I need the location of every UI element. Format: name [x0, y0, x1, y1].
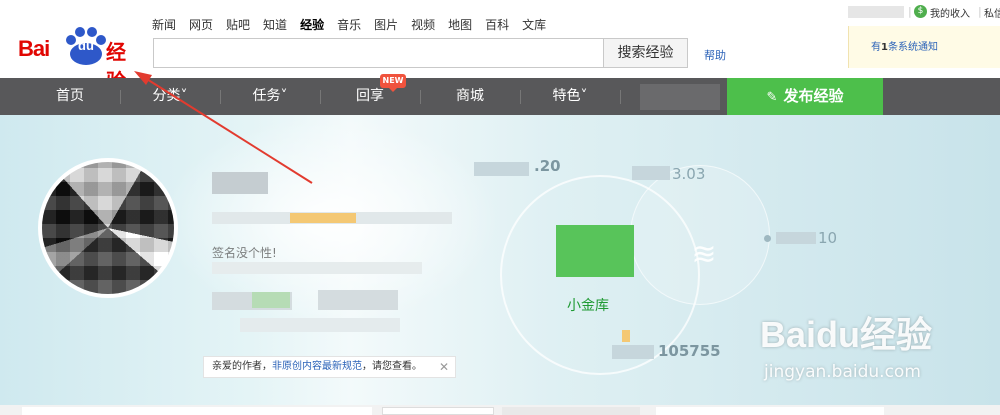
my-income-link[interactable]: 我的收入	[930, 5, 970, 20]
username-blurred[interactable]	[212, 172, 268, 194]
watermark-url: jingyan.baidu.com	[764, 362, 921, 382]
nav-mall[interactable]: 商城	[440, 78, 500, 115]
logo-bai-text: Bai	[18, 36, 50, 61]
tip-link[interactable]: 非原创内容最新规范	[272, 361, 362, 372]
link-baike[interactable]: 百科	[485, 16, 509, 33]
username-blurred[interactable]	[848, 6, 904, 18]
bottom-panel	[22, 407, 372, 415]
link-map[interactable]: 地图	[448, 16, 472, 33]
publish-label: 发布经验	[783, 87, 844, 105]
signature-text: 签名没个性!	[212, 246, 277, 260]
messages-link[interactable]: 私信	[984, 5, 1000, 20]
nav-divider	[320, 90, 321, 104]
new-badge: NEW	[380, 74, 406, 92]
jinku-icon[interactable]	[556, 225, 634, 277]
bottom-section	[0, 405, 1000, 415]
stat-value-second: 3.03	[672, 165, 706, 183]
stat-label-blurred	[612, 345, 654, 359]
notice-count: 1	[881, 42, 888, 53]
nav-item-blurred[interactable]	[640, 84, 720, 110]
watermark-logo: Baidu经验	[760, 314, 933, 355]
avatar[interactable]	[38, 158, 178, 298]
divider: |	[908, 5, 912, 18]
link-zhidao[interactable]: 知道	[263, 16, 287, 33]
stat-label-blurred	[776, 232, 816, 244]
product-links: 新闻 网页 贴吧 知道 经验 音乐 图片 视频 地图 百科 文库	[152, 16, 559, 33]
nav-home[interactable]: 首页	[40, 78, 100, 115]
bottom-panel	[656, 407, 884, 415]
nav-category[interactable]: 分类˅	[140, 78, 200, 115]
page: Bai du 经验 新闻 网页 贴吧 知道 经验 音乐 图片 视频 地图 百科 …	[0, 0, 1000, 415]
link-images[interactable]: 图片	[374, 16, 398, 33]
stat-label-blurred	[474, 162, 529, 176]
stat-value-top: .20	[534, 157, 561, 175]
stat-blurred	[240, 318, 400, 332]
search-button[interactable]: 搜索经验	[603, 38, 688, 68]
stat-blurred	[318, 290, 398, 310]
tip-prefix: 亲爱的作者，	[212, 361, 272, 372]
search-input[interactable]	[153, 38, 603, 68]
link-news[interactable]: 新闻	[152, 16, 176, 33]
baidu-jingyan-logo[interactable]: Bai du 经验	[18, 22, 143, 93]
link-tieba[interactable]: 贴吧	[226, 16, 250, 33]
nav-tasks[interactable]: 任务˅	[240, 78, 300, 115]
divider: |	[978, 5, 982, 18]
dot	[764, 235, 771, 242]
layers-icon[interactable]: ≋	[680, 235, 728, 275]
nav-divider	[620, 90, 621, 104]
close-icon[interactable]: ✕	[439, 357, 449, 377]
nav-divider	[120, 90, 121, 104]
nav-divider	[220, 90, 221, 104]
tip-suffix: ，请您查看。	[362, 361, 422, 372]
header: Bai du 经验 新闻 网页 贴吧 知道 经验 音乐 图片 视频 地图 百科 …	[0, 0, 1000, 93]
link-wenku[interactable]: 文库	[522, 16, 546, 33]
jinku-label[interactable]: 小金库	[567, 295, 609, 315]
help-link[interactable]: 帮助	[704, 47, 726, 63]
author-tip: 亲爱的作者，非原创内容最新规范，请您查看。 ✕	[203, 356, 456, 378]
publish-button[interactable]: ✎ 发布经验	[727, 78, 883, 115]
system-notice[interactable]: 有1条系统通知	[848, 26, 1000, 68]
signature-blurred	[212, 262, 422, 274]
link-music[interactable]: 音乐	[337, 16, 361, 33]
stat-blurred-green	[252, 292, 290, 308]
stat-value-third: 10	[818, 229, 838, 247]
nav-divider	[520, 90, 521, 104]
nav-features[interactable]: 特色˅	[540, 78, 600, 115]
logo-du-text: du	[78, 38, 94, 53]
notice-suffix: 条系统通知	[887, 42, 938, 53]
bottom-tab[interactable]	[382, 407, 494, 415]
stat-value-bottom: 105755	[658, 342, 721, 360]
level-bar-fill	[290, 213, 356, 223]
link-video[interactable]: 视频	[411, 16, 435, 33]
nav-divider	[420, 90, 421, 104]
link-web[interactable]: 网页	[189, 16, 213, 33]
user-panel: | $ 我的收入 | 私信 有1条系统通知	[848, 0, 1000, 78]
watermark: Baidu经验 jingyan.baidu.com	[760, 306, 990, 396]
bottom-tab[interactable]	[502, 407, 640, 415]
level-chip	[622, 330, 630, 342]
pen-icon: ✎	[766, 90, 778, 105]
stat-label-blurred	[632, 166, 670, 180]
link-jingyan[interactable]: 经验	[300, 16, 324, 33]
money-icon: $	[914, 5, 927, 18]
notice-prefix: 有	[871, 42, 881, 53]
